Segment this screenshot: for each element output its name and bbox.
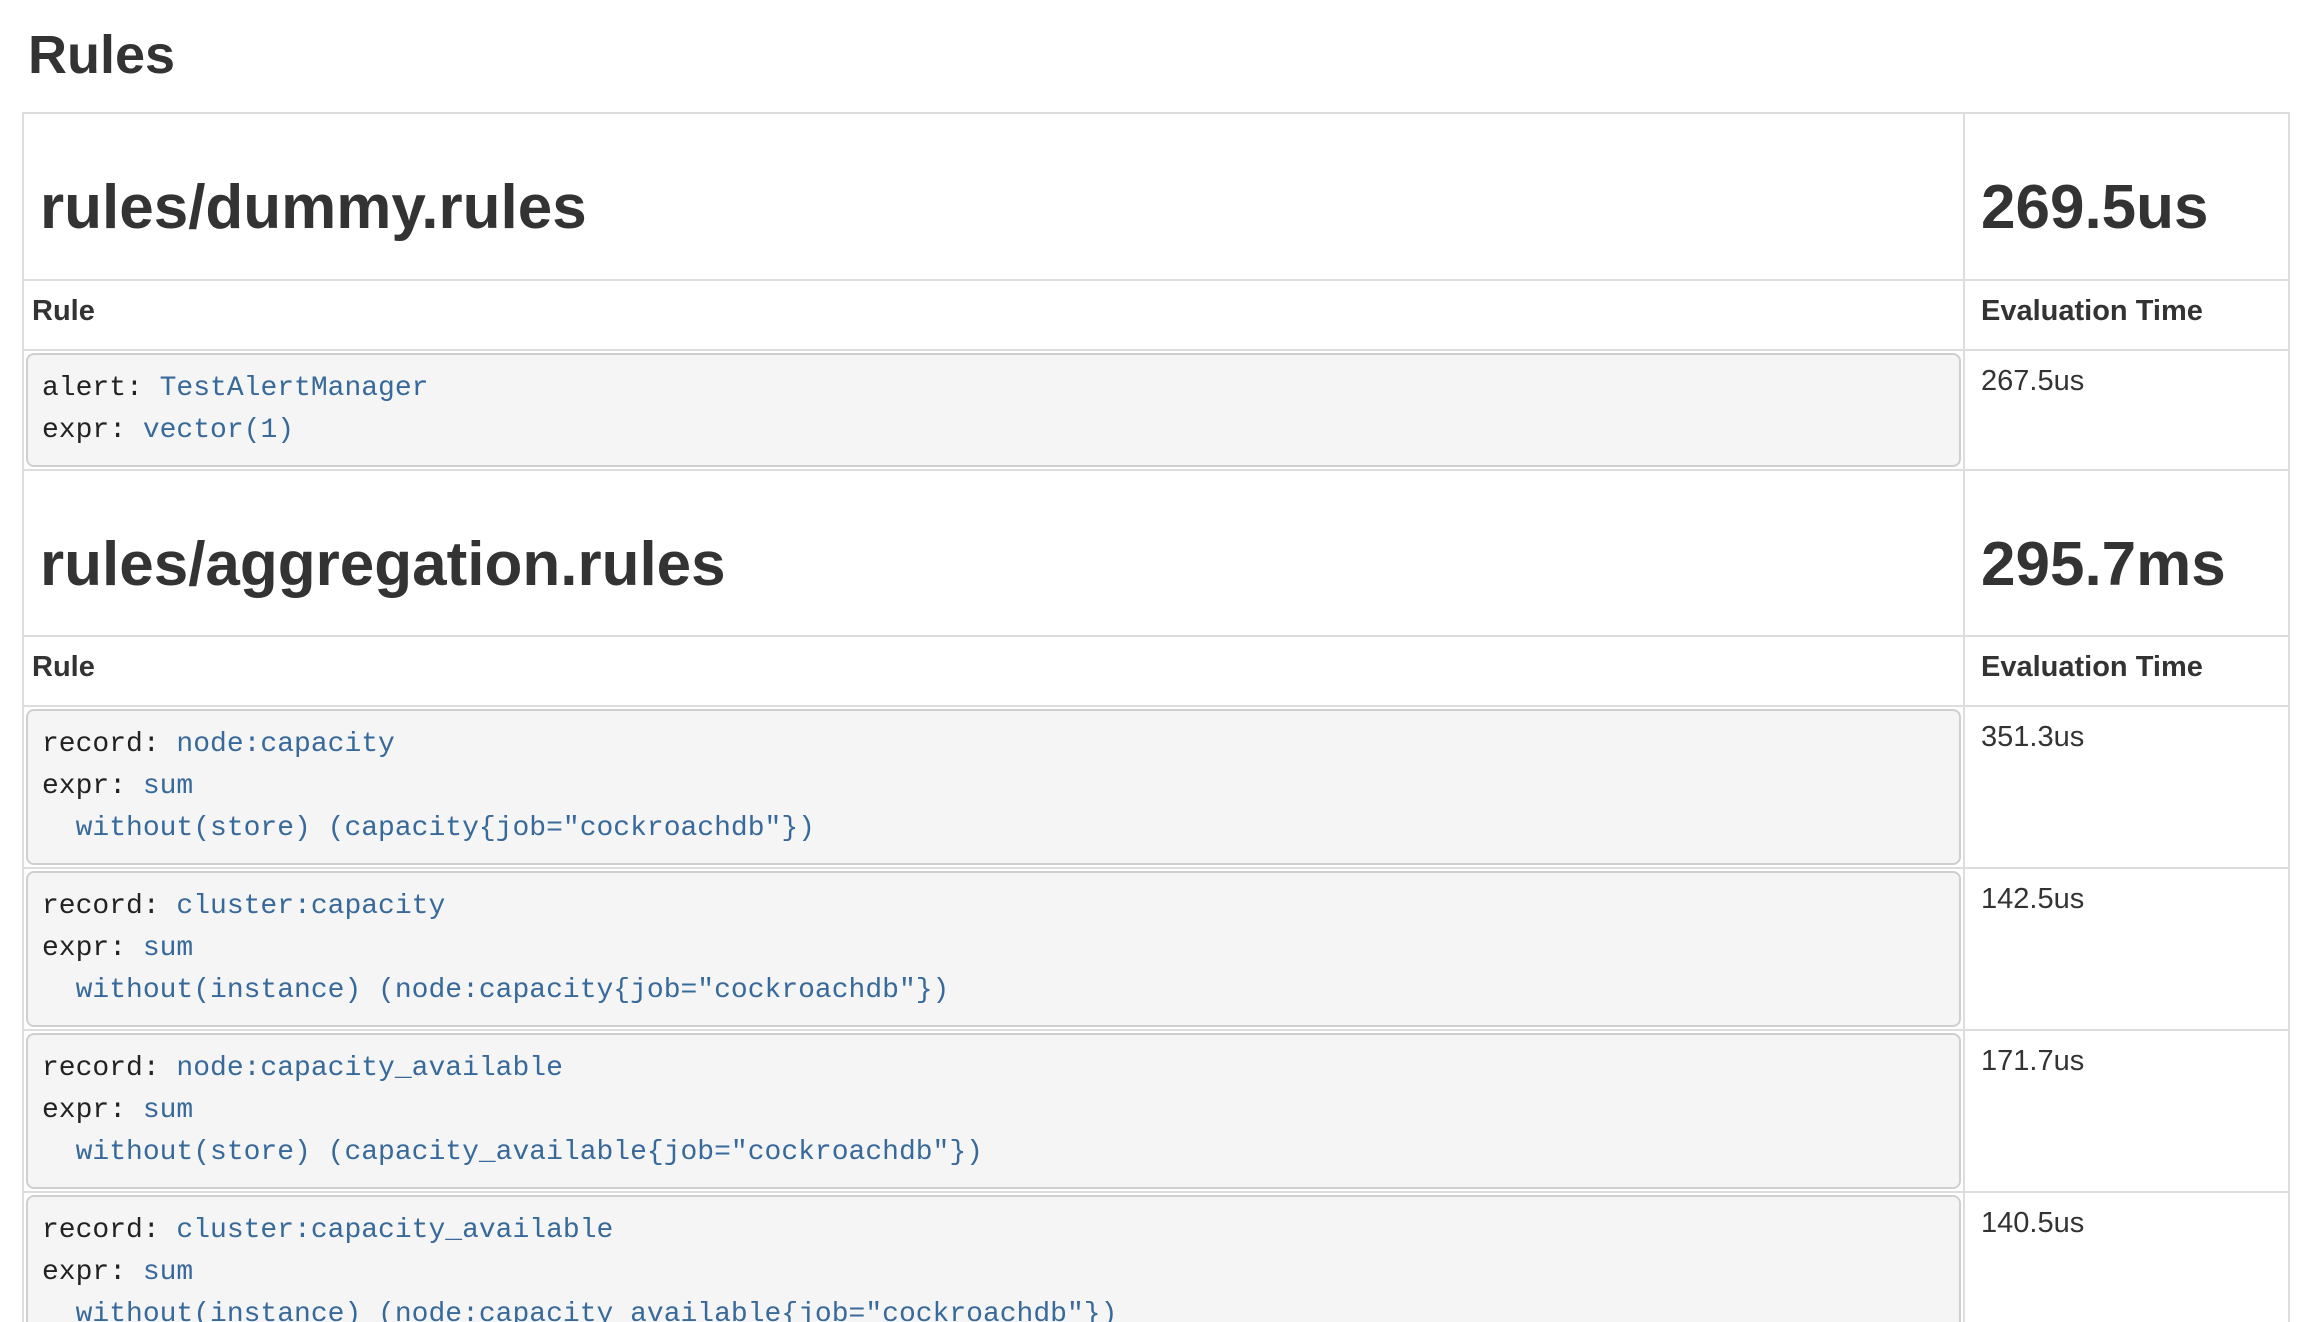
rule-group-file-cell: rules/aggregation.rules	[23, 470, 1964, 636]
rule-group-header-row: rules/dummy.rules 269.5us	[23, 113, 2289, 279]
rule-evaluation-time: 140.5us	[1964, 1192, 2289, 1322]
rule-evaluation-time: 142.5us	[1964, 868, 2289, 1030]
rule-field-label: expr:	[42, 1257, 143, 1288]
page-title: Rules	[28, 26, 2290, 85]
rule-evaluation-time: 351.3us	[1964, 706, 2289, 868]
rule-cell: record: node:capacity_available expr: su…	[23, 1030, 1964, 1192]
record-name-link[interactable]: cluster:capacity	[176, 891, 445, 922]
rule-group-evaluation-time: 295.7ms	[1981, 531, 2272, 599]
rule-evaluation-time: 267.5us	[1964, 350, 2289, 470]
rule-field-label: alert:	[42, 373, 160, 404]
rule-cell: record: cluster:capacity expr: sum witho…	[23, 868, 1964, 1030]
rule-field-label: record:	[42, 1053, 176, 1084]
rule-row: record: node:capacity expr: sum without(…	[23, 706, 2289, 868]
rule-row: record: cluster:capacity_available expr:…	[23, 1192, 2289, 1322]
record-name-link[interactable]: cluster:capacity_available	[176, 1215, 613, 1246]
rule-evaluation-time: 171.7us	[1964, 1030, 2289, 1192]
rule-row: alert: TestAlertManager expr: vector(1) …	[23, 350, 2289, 470]
rule-group-header-row: rules/aggregation.rules 295.7ms	[23, 470, 2289, 636]
rule-definition: record: node:capacity_available expr: su…	[26, 1033, 1961, 1189]
rule-column-header: Rule	[23, 636, 1964, 706]
rule-group-time-cell: 269.5us	[1964, 113, 2289, 279]
rule-definition: alert: TestAlertManager expr: vector(1)	[26, 353, 1961, 467]
rule-group-file-cell: rules/dummy.rules	[23, 113, 1964, 279]
rule-cell: alert: TestAlertManager expr: vector(1)	[23, 350, 1964, 470]
rule-group-file: rules/dummy.rules	[40, 174, 1947, 242]
rule-definition: record: node:capacity expr: sum without(…	[26, 709, 1961, 865]
rule-field-label: expr:	[42, 415, 143, 446]
evaluation-time-column-header: Evaluation Time	[1964, 636, 2289, 706]
rule-column-header: Rule	[23, 280, 1964, 350]
columns-header-row: Rule Evaluation Time	[23, 280, 2289, 350]
columns-header-row: Rule Evaluation Time	[23, 636, 2289, 706]
expr-link[interactable]: sum without(store) (capacity_available{j…	[42, 1095, 983, 1168]
rule-row: record: node:capacity_available expr: su…	[23, 1030, 2289, 1192]
rule-field-label: record:	[42, 1215, 176, 1246]
rules-table: rules/dummy.rules 269.5us Rule Evaluatio…	[22, 112, 2290, 1322]
rule-field-label: record:	[42, 891, 176, 922]
evaluation-time-column-header: Evaluation Time	[1964, 280, 2289, 350]
rule-cell: record: node:capacity expr: sum without(…	[23, 706, 1964, 868]
rule-field-label: expr:	[42, 933, 143, 964]
rule-group-file: rules/aggregation.rules	[40, 531, 1947, 599]
expr-link[interactable]: sum without(instance) (node:capacity_ava…	[42, 1257, 1117, 1322]
expr-link[interactable]: sum without(store) (capacity{job="cockro…	[42, 771, 815, 844]
rule-definition: record: cluster:capacity_available expr:…	[26, 1195, 1961, 1322]
rule-field-label: expr:	[42, 1095, 143, 1126]
record-name-link[interactable]: node:capacity	[176, 729, 394, 760]
rule-cell: record: cluster:capacity_available expr:…	[23, 1192, 1964, 1322]
rule-definition: record: cluster:capacity expr: sum witho…	[26, 871, 1961, 1027]
rule-field-label: expr:	[42, 771, 143, 802]
rules-page: Rules rules/dummy.rules 269.5us Rule Eva…	[0, 26, 2316, 1322]
rule-group-time-cell: 295.7ms	[1964, 470, 2289, 636]
record-name-link[interactable]: node:capacity_available	[176, 1053, 562, 1084]
rule-row: record: cluster:capacity expr: sum witho…	[23, 868, 2289, 1030]
expr-link[interactable]: vector(1)	[143, 415, 294, 446]
alert-name-link[interactable]: TestAlertManager	[160, 373, 429, 404]
expr-link[interactable]: sum without(instance) (node:capacity{job…	[42, 933, 949, 1006]
rule-group-evaluation-time: 269.5us	[1981, 174, 2272, 242]
rule-field-label: record:	[42, 729, 176, 760]
